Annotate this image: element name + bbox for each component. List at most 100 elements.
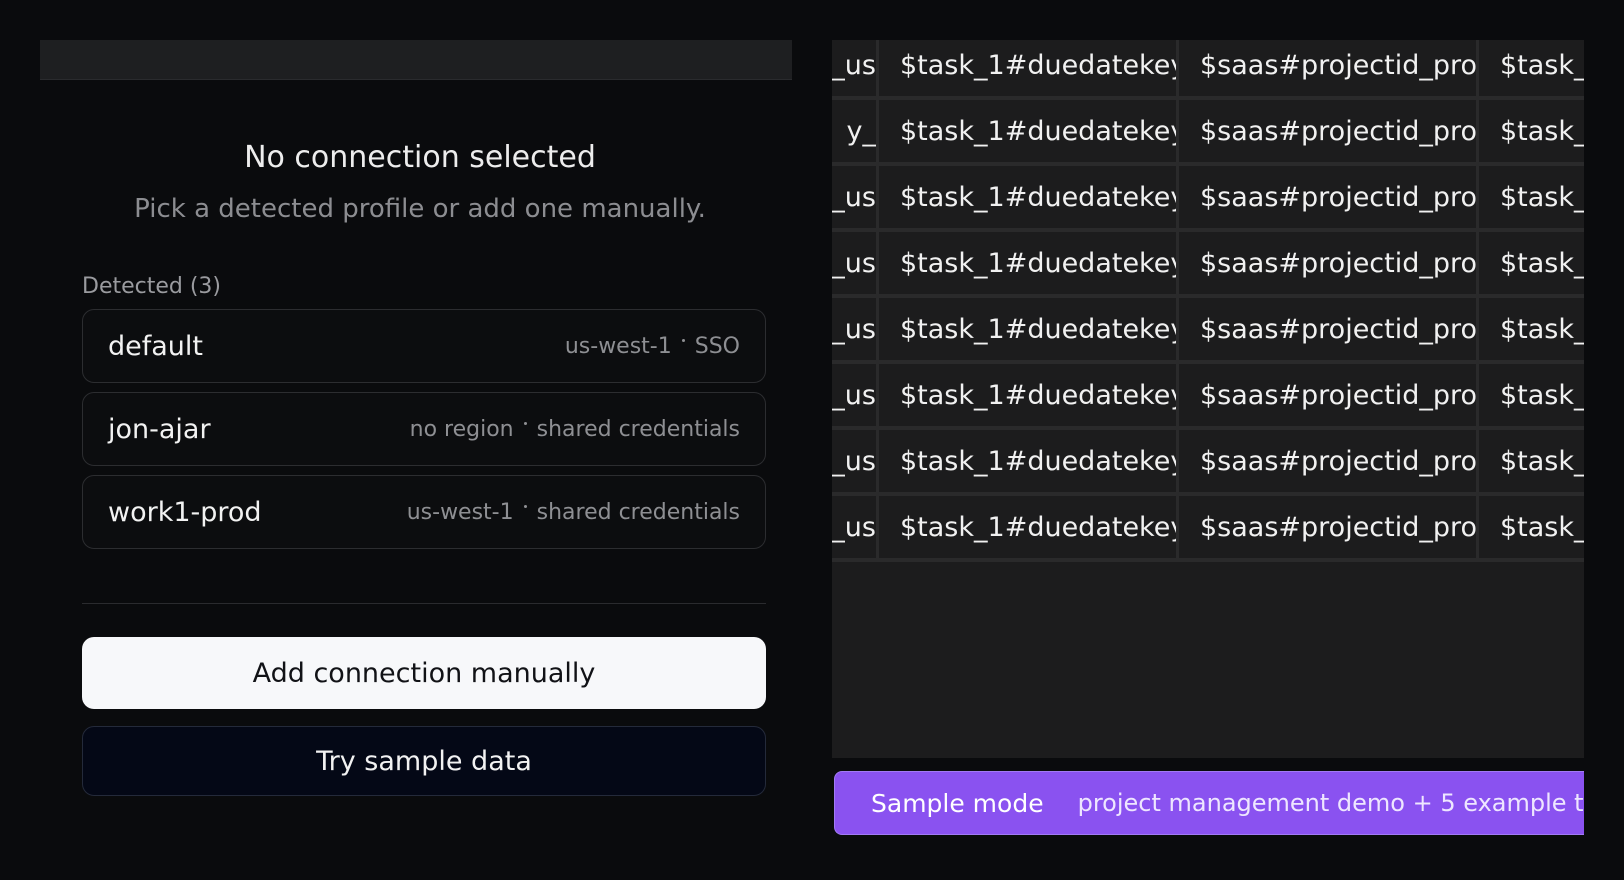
table-row[interactable]: y_us $task_1#duedatekey_ $saas#projectid_p…	[832, 364, 1584, 426]
cell-value: $task_1#duedatekey_	[900, 511, 1176, 543]
table-cell[interactable]: y_us	[832, 430, 876, 492]
table-cell[interactable]: $task_1#duedatekey_	[876, 166, 1176, 228]
table-cell[interactable]: $saas#projectid_proj-	[1176, 496, 1476, 558]
profile-meta: us-west-1 shared credentials	[407, 500, 740, 525]
table-row[interactable]: y_us $task_1#duedatekey_ $saas#projectid_p…	[832, 166, 1584, 228]
table-cell[interactable]: y_us	[832, 496, 876, 558]
profile-card-default[interactable]: default us-west-1 SSO	[82, 309, 766, 383]
profile-region: us-west-1	[406, 499, 514, 525]
cell-value: $task_1#duedatekey_	[900, 247, 1176, 279]
table-cell[interactable]: y_us	[832, 40, 876, 96]
table-row[interactable]: y_us $task_1#duedatekey_ $saas#projectid_p…	[832, 298, 1584, 360]
table-cell[interactable]: $task_	[1476, 232, 1584, 294]
profile-card-jon-ajar[interactable]: jon-ajar no region shared credentials	[82, 392, 766, 466]
profile-meta: us-west-1 SSO	[565, 334, 740, 359]
profile-region: no region	[409, 416, 514, 442]
table-cell[interactable]: $task_1#duedatekey_	[876, 364, 1176, 426]
cell-value: y_us	[832, 313, 876, 345]
table-cell[interactable]: $task_	[1476, 430, 1584, 492]
profile-name: jon-ajar	[108, 413, 211, 445]
cell-value: $task_	[1500, 313, 1584, 345]
table-cell[interactable]: $task_1#duedatekey_	[876, 430, 1176, 492]
cell-value: $saas#projectid_proj-	[1200, 313, 1476, 345]
column-divider	[1476, 40, 1479, 562]
table-row[interactable]: y_ $task_1#duedatekey_ $saas#projectid_pro…	[832, 100, 1584, 162]
cell-value: $task_	[1500, 445, 1584, 477]
profile-name: default	[108, 330, 204, 362]
connection-panel: No connection selected Pick a detected p…	[40, 40, 792, 840]
cell-value: $task_1#duedatekey_	[900, 49, 1176, 81]
cell-value: y_us	[832, 379, 876, 411]
cell-value: y_us	[832, 247, 876, 279]
table-cell[interactable]: $saas#projectid_proj-	[1176, 232, 1476, 294]
table-cell[interactable]: $saas#projectid_proj-	[1176, 298, 1476, 360]
add-connection-button[interactable]: Add connection manually	[82, 637, 766, 709]
table-cell[interactable]: y_us	[832, 166, 876, 228]
separator-dot	[681, 338, 685, 342]
table-cell[interactable]: y_	[832, 100, 876, 162]
table-row[interactable]: y_us $task_1#duedatekey_ $saas#projectid_p…	[832, 232, 1584, 294]
cell-value: $saas#projectid_proj-	[1200, 247, 1476, 279]
table-cell[interactable]: $task_1#duedatekey_	[876, 496, 1176, 558]
cell-value: $task_1#duedatekey_	[900, 313, 1176, 345]
table-cell[interactable]: $saas#projectid_proj-	[1176, 166, 1476, 228]
table-cell[interactable]: $task_	[1476, 496, 1584, 558]
empty-state-subtitle: Pick a detected profile or add one manua…	[134, 194, 706, 224]
panel-header	[40, 40, 792, 80]
cell-value: y_us	[832, 445, 876, 477]
profile-auth: shared credentials	[536, 499, 740, 525]
cell-value: $task_1#duedatekey_	[900, 445, 1176, 477]
table-cell[interactable]: $task_	[1476, 166, 1584, 228]
profile-auth: SSO	[694, 333, 740, 359]
profile-auth: shared credentials	[536, 416, 740, 442]
column-divider	[1176, 40, 1179, 562]
table-cell[interactable]: y_us	[832, 232, 876, 294]
separator-dot	[523, 421, 527, 425]
table-cell[interactable]: y_us	[832, 364, 876, 426]
table-row[interactable]: y_us $task_1#duedatekey_ $saas#projectid_p…	[832, 430, 1584, 492]
profile-name: work1-prod	[108, 496, 262, 528]
profile-region: us-west-1	[564, 333, 672, 359]
section-divider	[82, 603, 766, 604]
data-grid: y_us $task_1#duedatekey_ $saas#projectid_p…	[832, 40, 1584, 758]
cell-value: $task_	[1500, 49, 1584, 81]
column-divider	[876, 40, 879, 562]
table-cell[interactable]: $task_	[1476, 40, 1584, 96]
row-divider	[832, 558, 1584, 562]
table-cell[interactable]: $saas#projectid_proj-	[1176, 40, 1476, 96]
cell-value: $task_1#duedatekey_	[900, 379, 1176, 411]
table-cell[interactable]: y_us	[832, 298, 876, 360]
table-row[interactable]: y_us $task_1#duedatekey_ $saas#projectid_p…	[832, 496, 1584, 558]
profile-meta: no region shared credentials	[410, 417, 740, 442]
cell-value: $saas#projectid_proj-	[1200, 511, 1476, 543]
profile-card-work1-prod[interactable]: work1-prod us-west-1 shared credentials	[82, 475, 766, 549]
table-cell[interactable]: $saas#projectid_proj-	[1176, 364, 1476, 426]
table-cell[interactable]: $task_1#duedatekey_	[876, 232, 1176, 294]
detected-profiles-label: Detected (3)	[82, 274, 222, 299]
cell-value: $task_	[1500, 115, 1584, 147]
table-cell[interactable]: $task_1#duedatekey_	[876, 40, 1176, 96]
table-cell[interactable]: $task_	[1476, 364, 1584, 426]
cell-value: y_us	[832, 511, 876, 543]
table-cell[interactable]: $task_1#duedatekey_	[876, 100, 1176, 162]
cell-value: $saas#projectid_proj-	[1200, 445, 1476, 477]
table-cell[interactable]: $task_1#duedatekey_	[876, 298, 1176, 360]
table-row[interactable]: y_us $task_1#duedatekey_ $saas#projectid_p…	[832, 40, 1584, 96]
cell-value: $task_	[1500, 379, 1584, 411]
cell-value: y_us	[832, 181, 876, 213]
sample-mode-description: project management demo + 5 example tabl…	[1077, 789, 1584, 817]
table-cell[interactable]: $task_	[1476, 100, 1584, 162]
try-sample-data-button[interactable]: Try sample data	[82, 726, 766, 796]
cell-value: $task_	[1500, 247, 1584, 279]
cell-value: $saas#projectid_proj-	[1200, 115, 1476, 147]
table-cell[interactable]: $saas#projectid_proj-	[1176, 100, 1476, 162]
sample-mode-banner: Sample mode project management demo + 5 …	[834, 771, 1584, 835]
cell-value: $task_	[1500, 181, 1584, 213]
table-cell[interactable]: $saas#projectid_proj-	[1176, 430, 1476, 492]
separator-dot	[523, 504, 527, 508]
cell-value: $saas#projectid_proj-	[1200, 181, 1476, 213]
cell-value: y_	[846, 115, 876, 147]
cell-value: $saas#projectid_proj-	[1200, 379, 1476, 411]
cell-value: $task_	[1500, 511, 1584, 543]
table-cell[interactable]: $task_	[1476, 298, 1584, 360]
